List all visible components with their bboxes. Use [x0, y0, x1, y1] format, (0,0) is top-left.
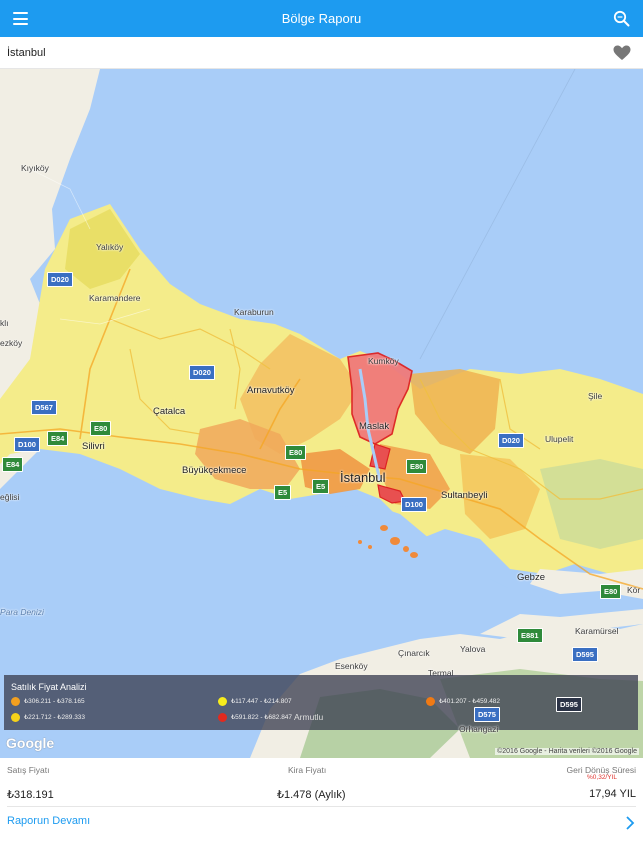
legend-title: Satılık Fiyat Analizi [11, 682, 87, 692]
legend-label: ₺591.822 - ₺682.847 [231, 714, 293, 722]
legend-item: ₺591.822 - ₺682.847 [218, 713, 292, 723]
map-label-sile: Şile [588, 391, 603, 401]
return-period-value: 17,94 YIL [589, 788, 636, 800]
search-icon[interactable] [613, 10, 630, 27]
legend-label: ₺401.207 - ₺459.482 [439, 698, 501, 706]
road-shield: E80 [406, 459, 428, 474]
road-shield: D020 [498, 433, 524, 448]
legend-label: ₺117.447 - ₺214.807 [231, 698, 292, 706]
region-map[interactable]: Kıyıköy Yalıköy Karamandere Karaburun Ar… [0, 69, 643, 758]
legend-dot-light-yellow [218, 697, 227, 706]
rent-price-value: ₺1.478 (Aylık) [277, 789, 346, 801]
road-shield: E84 [47, 431, 69, 446]
map-label-korfez: Kör [627, 585, 641, 595]
legend-label: ₺221.712 - ₺289.333 [24, 714, 86, 722]
return-change-badge: %0,32/YIL [587, 774, 617, 781]
legend-item: ₺221.712 - ₺289.333 [11, 713, 85, 723]
top-bar: Bölge Raporu [0, 0, 643, 37]
map-label-esenkoy: Esenköy [335, 661, 368, 671]
map-label-armutlu: Armutlu [294, 712, 324, 722]
map-label-karamandere: Karamandere [89, 293, 141, 303]
road-shield: E80 [285, 445, 307, 460]
road-shield: E5 [312, 479, 330, 494]
map-label-yalikoy: Yalıköy [96, 242, 124, 252]
map-label-kumkoy: Kumköy [368, 356, 399, 366]
map-canvas [0, 69, 643, 758]
map-label-eglisi: eğlisi [0, 492, 20, 502]
favorite-heart-icon[interactable] [613, 45, 631, 61]
page-title: Bölge Raporu [281, 11, 362, 26]
road-shield: D020 [189, 365, 215, 380]
road-shield: D595 [556, 697, 582, 712]
map-label-sultanbeyli: Sultanbeyli [441, 490, 488, 501]
legend-label: ₺306.211 - ₺378.165 [24, 698, 85, 706]
map-label-gebze: Gebze [517, 572, 545, 583]
road-shield: D020 [47, 272, 73, 287]
location-bar: İstanbul [0, 37, 643, 69]
sale-price-value: ₺318.191 [7, 789, 54, 801]
legend-item: ₺306.211 - ₺378.165 [11, 697, 85, 707]
legend-dot-red [218, 713, 227, 722]
sale-price-label: Satış Fiyatı [7, 765, 50, 775]
legend-item: ₺401.207 - ₺459.482 [426, 697, 500, 707]
legend-dot-orange [11, 697, 20, 706]
map-label-maslak: Maslak [359, 421, 390, 432]
road-shield: E84 [2, 457, 24, 472]
map-label-silivri: Silivri [82, 441, 105, 452]
map-label-yalova: Yalova [460, 644, 486, 654]
rent-price-label: Kira Fiyatı [288, 765, 327, 775]
map-label-kiyikoy: Kıyıköy [21, 163, 49, 173]
road-shield: D100 [14, 437, 40, 452]
report-more-link[interactable]: Raporun Devamı [7, 815, 90, 827]
map-label-karamursel: Karamürsel [575, 626, 619, 636]
road-shield: E5 [274, 485, 292, 500]
google-logo: Google [6, 735, 55, 751]
price-stats: Satış Fiyatı ₺318.191 Kira Fiyatı ₺1.478… [0, 758, 643, 806]
road-shield: E881 [517, 628, 543, 643]
road-shield: D567 [31, 400, 57, 415]
price-legend: Satılık Fiyat Analizi ₺306.211 - ₺378.16… [4, 675, 638, 730]
city-name: İstanbul [7, 47, 46, 59]
road-shield: E80 [90, 421, 112, 436]
divider [7, 806, 636, 807]
road-shield: D595 [572, 647, 598, 662]
map-label-catalca: Çatalca [153, 406, 186, 417]
road-shield: E80 [600, 584, 622, 599]
map-label-arnavutkoy: Arnavutköy [247, 385, 295, 396]
chevron-right-icon[interactable] [625, 816, 635, 830]
legend-item: ₺117.447 - ₺214.807 [218, 697, 292, 707]
map-label-istanbul: İstanbul [340, 470, 386, 485]
road-shield: D100 [401, 497, 427, 512]
map-label-orhangazi: Orhangazi [459, 724, 499, 734]
legend-dot-dark-orange [426, 697, 435, 706]
map-label-kli: klı [0, 318, 9, 328]
map-label-buyukcekmece: Büyükçekmece [182, 465, 247, 476]
map-label-ulupelit: Ulupelit [545, 434, 574, 444]
map-label-marmara: Para Denizi [0, 607, 44, 617]
map-label-cinarcik: Çınarcık [398, 648, 430, 658]
map-label-karaburun: Karaburun [234, 307, 274, 317]
legend-dot-yellow [11, 713, 20, 722]
road-shield: D575 [474, 707, 500, 722]
map-label-ezkoy: ezköy [0, 338, 23, 348]
map-copyright: ©2016 Google - Harita verileri ©2016 Goo… [495, 748, 639, 755]
